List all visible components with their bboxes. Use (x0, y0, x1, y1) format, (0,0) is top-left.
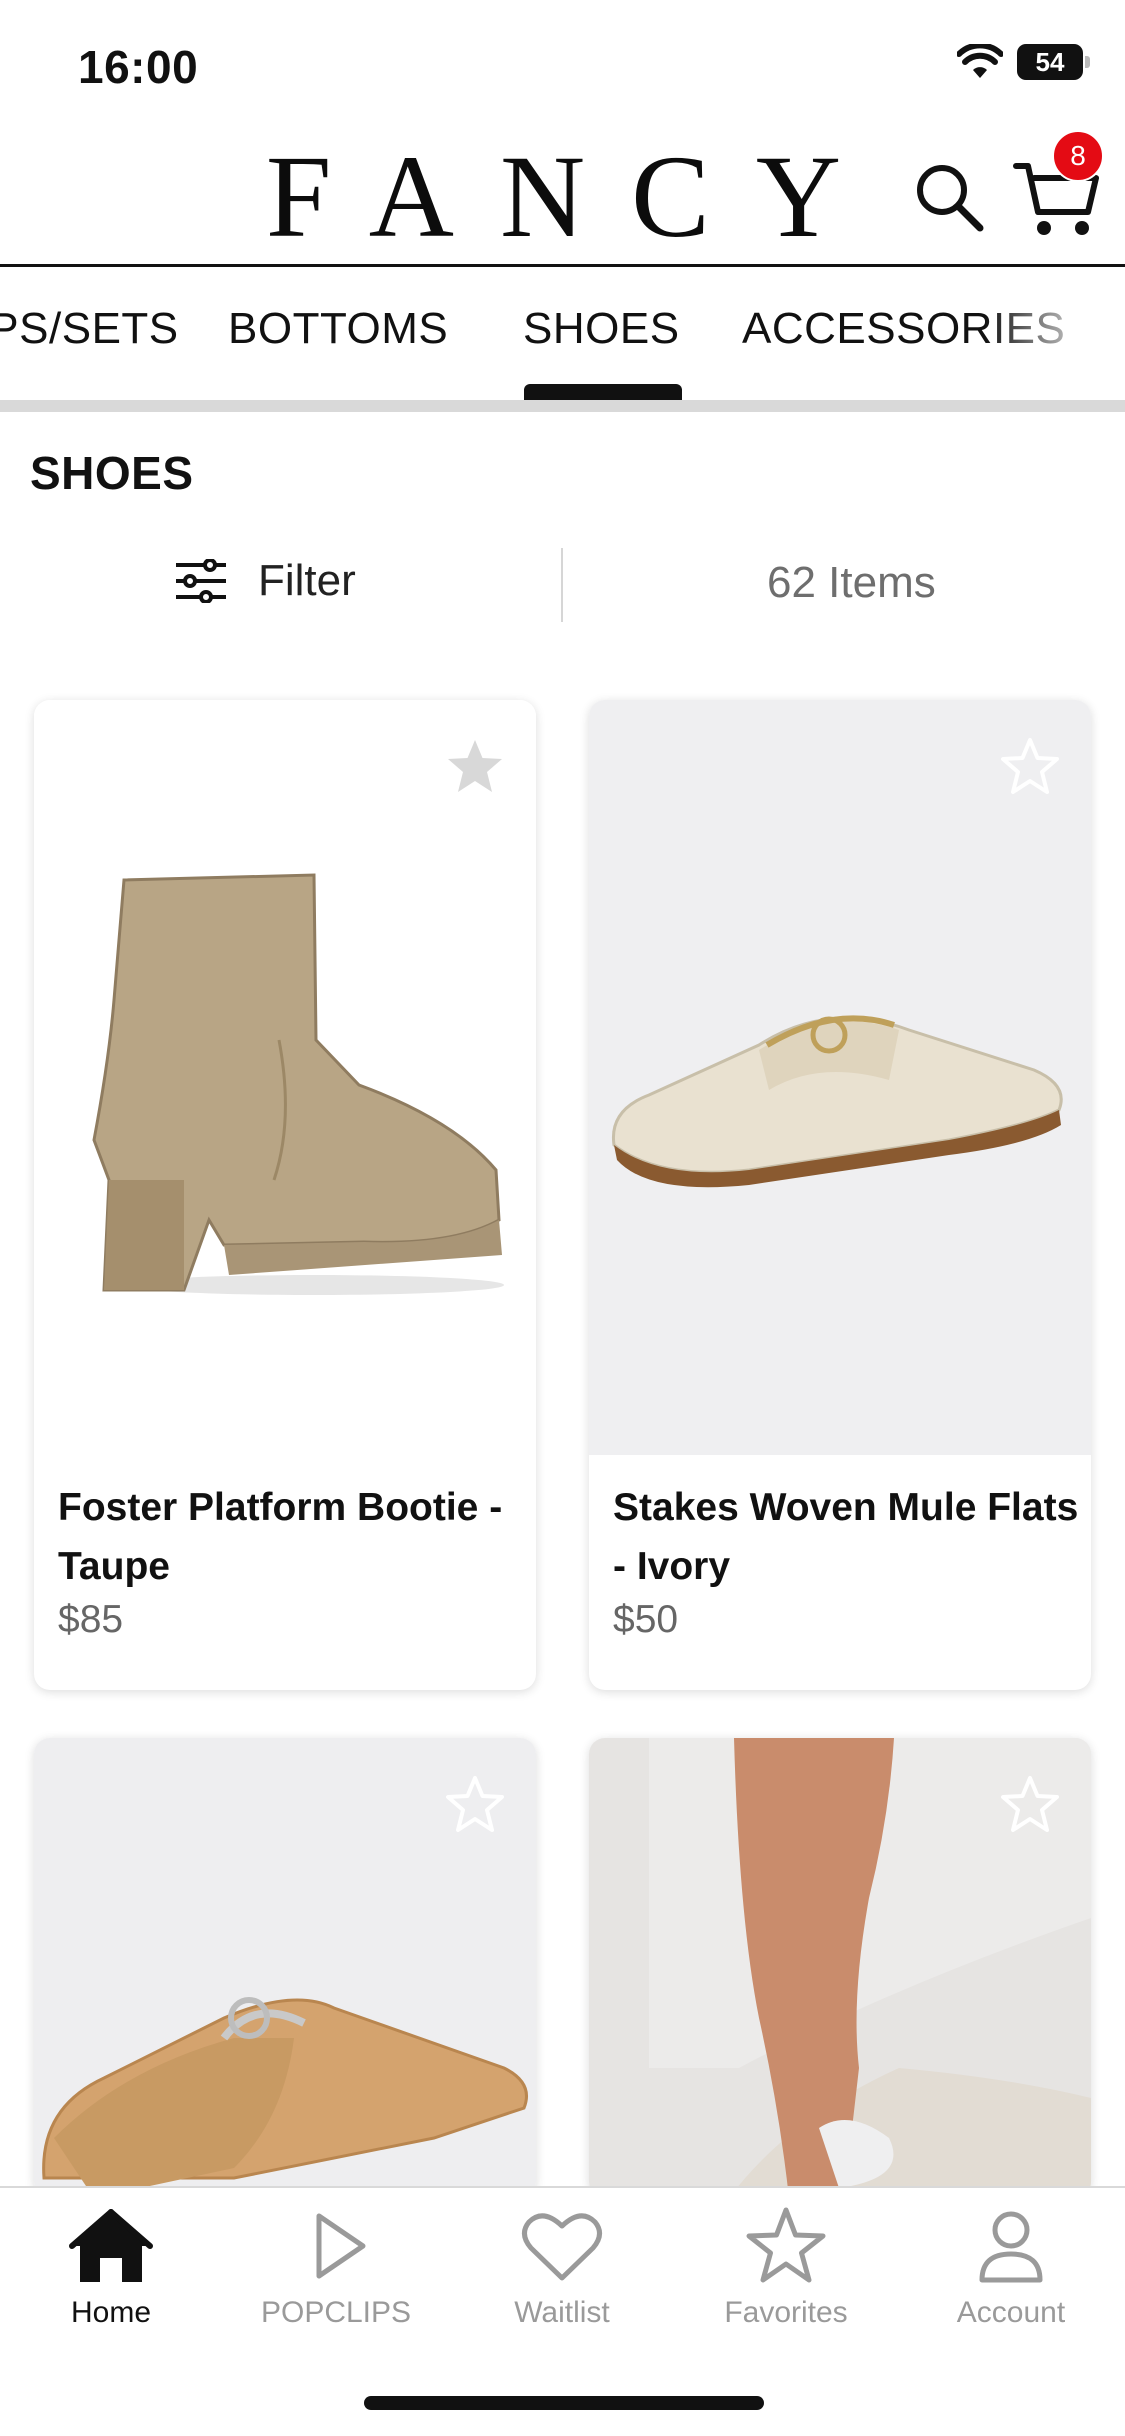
filter-divider (561, 548, 563, 622)
user-icon (979, 2211, 1043, 2283)
product-name[interactable]: Foster Platform Bootie - Taupe (58, 1478, 528, 1596)
product-card[interactable]: Foster Platform Bootie - Taupe $85 (34, 700, 536, 1690)
product-price: $50 (613, 1598, 679, 1641)
nav-label-account: Account (956, 2296, 1066, 2329)
tabs-fade-overlay (985, 268, 1125, 400)
product-image-bootie (34, 700, 536, 1460)
product-card[interactable] (34, 1738, 536, 2198)
home-indicator[interactable] (364, 2396, 764, 2410)
heart-icon (522, 2213, 602, 2281)
favorite-star-outline-icon[interactable] (444, 1774, 506, 1836)
wifi-icon (957, 44, 1003, 78)
product-name[interactable]: Stakes Woven Mule Flats - Ivory (613, 1478, 1083, 1596)
nav-favorites[interactable]: Favorites (686, 2206, 886, 2330)
category-tabs: TOPS/SETS BOTTOMS SHOES ACCESSORIES (0, 268, 1125, 400)
nav-popclips[interactable]: POPCLIPS (236, 2206, 436, 2330)
nav-label-favorites: Favorites (724, 2296, 848, 2329)
status-icons: 54 (957, 44, 1090, 80)
favorite-star-icon[interactable] (444, 736, 506, 798)
product-image-mule (589, 700, 1091, 1455)
nav-account[interactable]: Account (911, 2206, 1111, 2330)
product-card[interactable]: Stakes Woven Mule Flats - Ivory $50 (589, 700, 1091, 1690)
filter-sliders-icon (176, 559, 226, 603)
star-icon (746, 2207, 826, 2283)
battery-level: 54 (1035, 46, 1065, 77)
cart-count-badge: 8 (1052, 130, 1104, 182)
tabs-track (0, 400, 1125, 412)
product-price: $85 (58, 1598, 124, 1641)
nav-label-home: Home (70, 2296, 152, 2329)
home-icon (69, 2209, 153, 2282)
tab-shoes[interactable]: SHOES (523, 304, 680, 354)
nav-label-popclips: POPCLIPS (260, 2296, 412, 2329)
page-title: SHOES (30, 447, 194, 499)
nav-label-waitlist: Waitlist (514, 2296, 610, 2329)
tab-bottoms[interactable]: BOTTOMS (228, 304, 448, 354)
play-icon (316, 2213, 366, 2279)
battery-icon: 54 (1017, 44, 1090, 80)
product-card[interactable] (589, 1738, 1091, 2198)
nav-home[interactable]: Home (11, 2206, 211, 2330)
nav-waitlist[interactable]: Waitlist (462, 2206, 662, 2330)
favorite-star-outline-icon[interactable] (999, 1774, 1061, 1836)
item-count: 62 Items (767, 558, 936, 607)
status-time: 16:00 (78, 41, 199, 93)
filter-label: Filter (258, 556, 356, 605)
filter-button[interactable]: Filter (174, 556, 356, 606)
header-divider (0, 264, 1125, 267)
active-tab-indicator (524, 384, 682, 400)
favorite-star-outline-icon[interactable] (999, 736, 1061, 798)
tab-tops-sets[interactable]: TOPS/SETS (0, 304, 179, 354)
search-icon[interactable] (912, 160, 986, 234)
